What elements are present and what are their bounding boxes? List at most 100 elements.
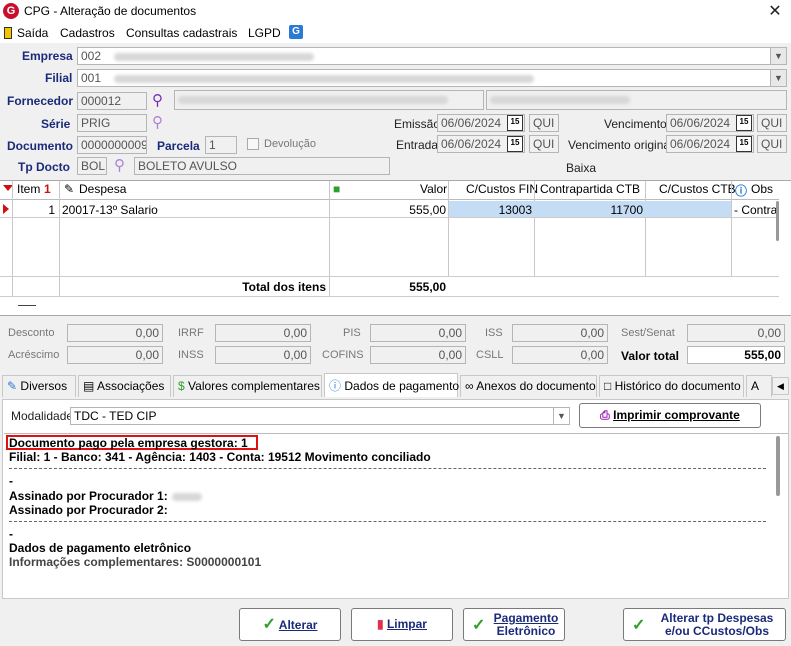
col-ccustos-fin[interactable]: C/Custos FIN	[466, 182, 538, 196]
devolucao-label: Devolução	[264, 138, 316, 150]
tab-valores-complementares[interactable]: $ Valores complementares	[173, 375, 322, 397]
chevron-down-icon[interactable]: ▼	[553, 408, 569, 424]
check-icon: ✓	[472, 617, 486, 634]
chevron-down-icon[interactable]: ▼	[770, 70, 786, 86]
payment-panel: Modalidade TDC - TED CIP ▼ ⎙ Imprimir co…	[2, 399, 789, 599]
empresa-select[interactable]: 002	[77, 47, 787, 65]
tab-diversos[interactable]: ✎ Diversos	[2, 375, 76, 397]
dashed-separator	[9, 521, 766, 522]
search-icon[interactable]: ⚲	[114, 156, 125, 174]
payment-details-text[interactable]: Documento pago pela empresa gestora: 1 F…	[4, 433, 788, 598]
iss-label: ISS	[485, 327, 503, 339]
alterar-label: Alterar	[278, 618, 318, 632]
limpar-button[interactable]: ▮ Limpar	[351, 608, 453, 641]
pagamento-label-line1: Pagamento	[493, 611, 559, 625]
calendar-icon[interactable]: 15	[736, 115, 752, 131]
devolucao-checkbox[interactable]	[247, 138, 259, 150]
grid-divider	[645, 181, 646, 277]
col-ccustos-ctb[interactable]: C/Custos CTB	[659, 182, 736, 196]
menu-lgpd[interactable]: LGPD	[248, 26, 281, 40]
tab-label: Diversos	[20, 379, 68, 393]
grid-divider	[59, 181, 60, 296]
check-icon: ✓	[262, 616, 276, 633]
calendar-icon[interactable]: 15	[736, 136, 752, 152]
serie-label: Série	[41, 117, 71, 131]
eraser-icon: ▮	[377, 617, 384, 631]
tab-associacoes[interactable]: ▤ Associações	[78, 375, 171, 397]
text-line: Assinado por Procurador 1:	[9, 489, 168, 503]
tpdocto-label: Tp Docto	[18, 160, 70, 174]
fornecedor-code[interactable]: 000012	[77, 92, 147, 110]
search-icon[interactable]: ⚲	[152, 113, 163, 131]
desconto-label: Desconto	[8, 327, 55, 339]
parcela-label: Parcela	[157, 139, 200, 153]
documento-input[interactable]: 0000000009	[77, 136, 147, 154]
modalidade-label: Modalidade	[11, 409, 74, 423]
col-obs[interactable]: Obs	[751, 182, 773, 196]
col-valor[interactable]: Valor	[420, 182, 447, 196]
text-line: Documento pago pela empresa gestora: 1	[9, 436, 248, 450]
chevron-down-icon[interactable]: ▼	[770, 48, 786, 64]
text-line: Filial: 1 - Banco: 341 - Agência: 1403 -…	[9, 450, 431, 464]
search-icon[interactable]: ⚲	[152, 91, 163, 109]
calendar-icon[interactable]: 15	[507, 115, 523, 131]
redacted-text	[114, 52, 315, 61]
link-icon: ▤	[83, 379, 95, 393]
serie-input[interactable]: PRIG	[77, 114, 147, 132]
total-label: Total dos itens	[242, 280, 326, 294]
col-contrapartida[interactable]: Contrapartida CTB	[540, 182, 640, 196]
tpdocto-code[interactable]: BOL	[77, 157, 107, 175]
parcela-input[interactable]: 1	[205, 136, 237, 154]
menu-saida[interactable]: Saída	[17, 26, 48, 40]
menu-consultas-cadastrais[interactable]: Consultas cadastrais	[126, 26, 237, 40]
text-line: -	[9, 474, 13, 488]
vencimento-label: Vencimento	[604, 117, 667, 131]
col-despesa[interactable]: Despesa	[79, 182, 126, 196]
menu-cadastros[interactable]: Cadastros	[60, 26, 115, 40]
col-item[interactable]: Item	[17, 182, 40, 196]
items-grid: Item 1 ✎ Despesa ■ Valor C/Custos FIN Co…	[0, 180, 791, 316]
pagamento-eletronico-button[interactable]: ✓ Pagamento Eletrônico	[463, 608, 565, 641]
print-receipt-button[interactable]: ⎙ Imprimir comprovante	[579, 403, 761, 428]
help-icon[interactable]: G	[289, 25, 303, 39]
alterar-tp-despesas-button[interactable]: ✓ Alterar tp Despesas e/ou CCustos/Obs	[623, 608, 786, 641]
venc-original-label: Vencimento original	[568, 138, 673, 152]
pagamento-label-line2: Eletrônico	[496, 624, 556, 638]
grid-divider	[329, 181, 330, 296]
tab-dados-pagamento[interactable]: ⓘ Dados de pagamento	[324, 373, 460, 397]
csll-value: 0,00	[512, 346, 608, 364]
text-scrollbar[interactable]	[776, 436, 780, 496]
alterar-button[interactable]: ✓ Alterar	[239, 608, 341, 641]
limpar-label: Limpar	[386, 617, 427, 631]
title-bar: G CPG - Alteração de documentos ✕	[0, 0, 791, 24]
filial-select[interactable]: 001	[77, 69, 787, 87]
empresa-value: 002	[81, 49, 102, 63]
calendar-icon[interactable]: 15	[507, 136, 523, 152]
tab-more[interactable]: A	[746, 375, 772, 397]
grid-scrollbar[interactable]	[776, 201, 779, 241]
table-row[interactable]: 1 20017-13º Salario 555,00 13003 11700 -…	[0, 201, 779, 218]
alterar-tp-label: Alterar tp Despesas e/ou CCustos/Obs	[650, 612, 784, 638]
tab-scroll-left-icon[interactable]: ◀	[772, 377, 789, 395]
csll-label: CSLL	[476, 349, 504, 361]
text-line: Informações complementares: S0000000101	[9, 555, 262, 569]
venc-original-day: QUI	[757, 135, 787, 153]
tab-historico[interactable]: □ Histórico do documento	[599, 375, 744, 397]
irrf-label: IRRF	[178, 327, 204, 339]
tab-anexos[interactable]: ∞ Anexos do documento	[460, 375, 597, 397]
window-title: CPG - Alteração de documentos	[24, 4, 197, 18]
money-icon: ■	[333, 182, 341, 196]
pis-label: PIS	[343, 327, 361, 339]
tab-label: Dados de pagamento	[344, 379, 460, 393]
documento-label: Documento	[7, 139, 73, 153]
close-icon[interactable]: ✕	[764, 1, 786, 23]
info-icon: ⓘ	[735, 184, 748, 198]
modalidade-select[interactable]: TDC - TED CIP	[70, 407, 570, 425]
valor-total-value: 555,00	[687, 346, 785, 364]
inss-label: INSS	[178, 349, 204, 361]
inss-value: 0,00	[215, 346, 311, 364]
dashed-separator	[9, 468, 766, 469]
filial-value: 001	[81, 71, 102, 85]
filial-label: Filial	[45, 71, 73, 85]
pagamento-label: Pagamento Eletrônico	[490, 612, 562, 638]
